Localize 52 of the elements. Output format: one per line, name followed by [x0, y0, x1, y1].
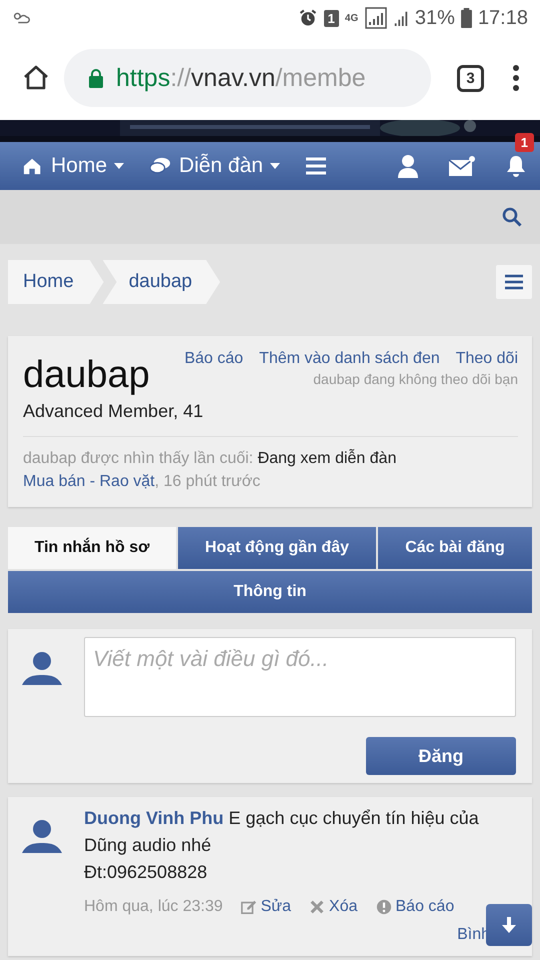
arrow-down-icon — [500, 916, 518, 934]
breadcrumb-link[interactable]: Home — [8, 260, 104, 304]
bell-icon[interactable] — [506, 155, 526, 177]
message-text: Duong Vinh Phu E gạch cục chuyển tín hiệu của Dũng audio nhé Đt:0962508828 — [84, 807, 480, 884]
profile-tab[interactable]: Hoạt động gần đây — [178, 527, 376, 569]
user-icon[interactable] — [398, 154, 418, 178]
message-action-link[interactable]: Xóa — [329, 898, 358, 916]
caret-icon — [270, 163, 280, 169]
exclamation-icon — [376, 899, 392, 915]
message-time: Hôm qua, lúc 23:39 — [84, 898, 223, 916]
profile-tab[interactable]: Các bài đăng — [378, 527, 532, 569]
post-button[interactable]: Đăng — [366, 737, 516, 775]
nav-menu-item[interactable]: Home — [22, 154, 124, 178]
tab-count-button[interactable]: 3 — [457, 64, 484, 92]
lock-icon — [88, 68, 104, 88]
envelope-icon[interactable] — [448, 155, 476, 177]
profile-action-link[interactable]: Thêm vào danh sách đen — [259, 350, 440, 368]
menu-icon[interactable] — [306, 157, 326, 175]
edit-icon — [240, 899, 257, 915]
last-seen-text: daubap được nhìn thấy lần cuối: Đang xem diễn đàn Mua bán - Rao vặt, 16 phút trước — [23, 448, 398, 492]
profile-action-link[interactable]: Báo cáo — [184, 350, 244, 368]
scroll-down-button[interactable] — [486, 904, 532, 946]
caret-icon — [114, 163, 124, 169]
search-icon[interactable] — [502, 207, 522, 227]
follow-status: daubap đang không theo dõi bạn — [313, 371, 518, 387]
profile-tab[interactable]: Thông tin — [8, 571, 532, 613]
username: daubap — [23, 354, 150, 397]
menu-button[interactable] — [496, 265, 532, 299]
network-label: 4G — [344, 14, 359, 22]
message-input-field[interactable]: Viết một vài điều gì đó... — [84, 637, 516, 717]
message-action-link[interactable]: Sửa — [260, 898, 292, 916]
home-icon[interactable] — [22, 64, 50, 92]
clock: 17:18 — [478, 6, 528, 30]
battery-percent: 31% — [414, 6, 455, 30]
member-title: Advanced Member, 41 — [23, 401, 518, 437]
menu-icon — [505, 274, 523, 290]
signal-icon — [364, 7, 387, 29]
more-menu-icon[interactable] — [512, 64, 520, 92]
profile-tab[interactable]: Tin nhắn hồ sơ — [8, 527, 176, 569]
nav-menu-item[interactable]: Diễn đàn — [150, 154, 280, 178]
battery-icon — [460, 8, 472, 28]
sim-badge: 1 — [324, 10, 339, 26]
speech-bubbles-icon — [150, 156, 172, 176]
forum-link[interactable]: Mua bán - Rao vặt — [23, 473, 155, 490]
breadcrumb-link[interactable]: daubap — [102, 260, 220, 304]
notification-badge: 1 — [514, 133, 534, 152]
profile-action-link[interactable]: Theo dõi — [456, 350, 518, 368]
author-link[interactable]: Duong Vinh Phu — [84, 808, 224, 828]
message-action-link[interactable]: Báo cáo — [396, 898, 454, 916]
cross-icon — [309, 899, 326, 915]
alarm-icon — [298, 8, 318, 28]
address-bar[interactable]: https://vnav.vn/membe — [64, 49, 431, 107]
